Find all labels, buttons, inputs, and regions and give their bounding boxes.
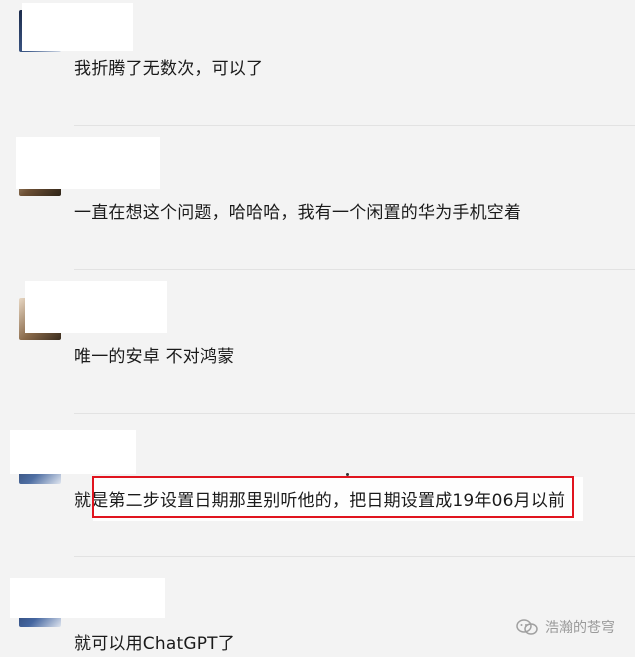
redacted-username xyxy=(16,137,160,189)
comment-item: 就是第二步设置日期那里别听他的，把日期设置成19年06月以前 xyxy=(0,414,635,557)
red-highlight-box xyxy=(92,476,574,518)
redacted-username xyxy=(10,578,165,618)
redacted-username xyxy=(10,430,136,474)
comment-text: 一直在想这个问题，哈哈哈，我有一个闲置的华为手机空着 xyxy=(74,203,522,223)
comment-item: 唯一的安卓 不对鸿蒙 xyxy=(0,270,635,414)
redacted-username xyxy=(25,281,167,333)
watermark-label: 浩瀚的苍穹 xyxy=(545,620,615,636)
wechat-channel-icon xyxy=(516,619,538,635)
redacted-username xyxy=(22,3,133,51)
comment-item: 一直在想这个问题，哈哈哈，我有一个闲置的华为手机空着 xyxy=(0,126,635,270)
comment-text: 就可以用ChatGPT了 xyxy=(74,634,235,654)
comment-item: 我折腾了无数次，可以了 xyxy=(0,0,635,126)
comment-text: 我折腾了无数次，可以了 xyxy=(74,59,264,79)
comment-text: 唯一的安卓 不对鸿蒙 xyxy=(74,347,235,367)
comment-item: 就可以用ChatGPT了 xyxy=(0,557,635,657)
channel-watermark: 浩瀚的苍穹 xyxy=(515,617,615,637)
